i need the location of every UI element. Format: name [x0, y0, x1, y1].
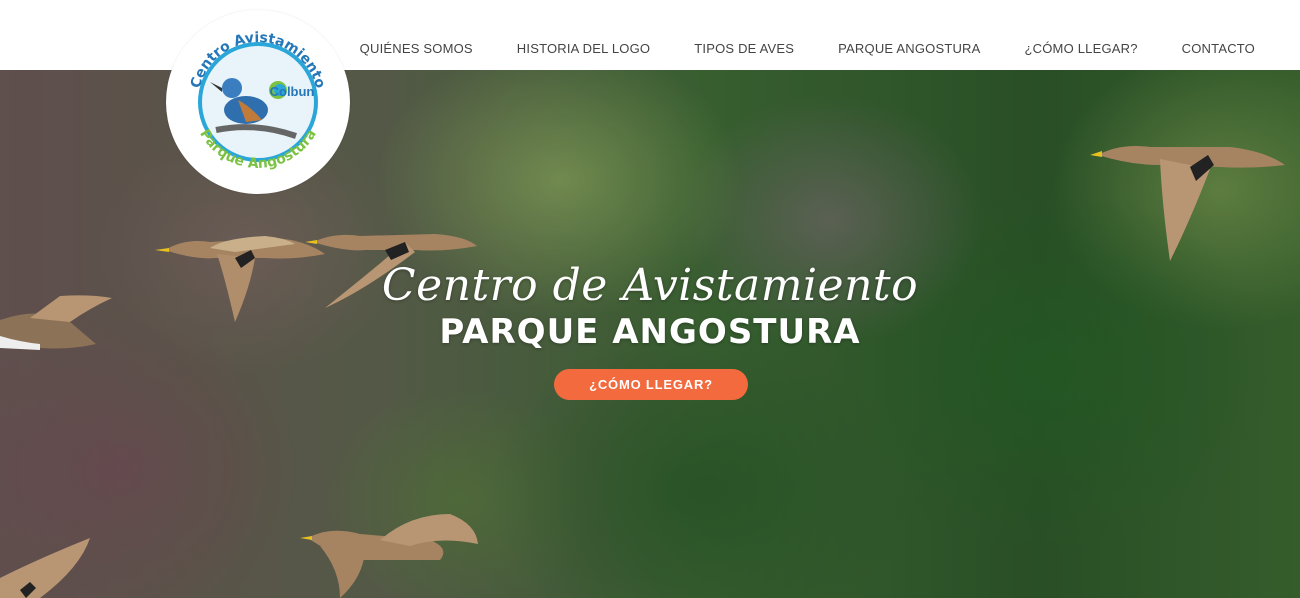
nav-item-como-llegar[interactable]: ¿CÓMO LLEGAR?: [1025, 41, 1138, 56]
logo-brand-text: Colbun: [270, 84, 315, 99]
nav-item-quienes-somos[interactable]: QUIÉNES SOMOS: [360, 41, 473, 56]
logo-bottom-text: Parque Angostura: [196, 127, 320, 172]
duck-image: [300, 514, 478, 598]
nav-item-contacto[interactable]: CONTACTO: [1182, 41, 1255, 56]
svg-text:Parque Angostura: Parque Angostura: [196, 127, 320, 172]
duck-image: [1090, 146, 1285, 261]
main-nav: QUIÉNES SOMOS HISTORIA DEL LOGO TIPOS DE…: [360, 41, 1255, 56]
nav-item-tipos-de-aves[interactable]: TIPOS DE AVES: [694, 41, 794, 56]
como-llegar-button[interactable]: ¿CÓMO LLEGAR?: [554, 369, 748, 400]
nav-item-parque-angostura[interactable]: PARQUE ANGOSTURA: [838, 41, 980, 56]
site-logo[interactable]: Centro Avistamiento Parque Angostura Col…: [166, 10, 350, 194]
nav-item-historia-del-logo[interactable]: HISTORIA DEL LOGO: [517, 41, 650, 56]
duck-image: [0, 538, 90, 598]
logo-text-arcs: Centro Avistamiento Parque Angostura Col…: [188, 30, 329, 172]
logo-top-text: Centro Avistamiento: [188, 30, 329, 91]
hero-script-title: Centro de Avistamiento: [381, 260, 919, 311]
svg-text:Centro Avistamiento: Centro Avistamiento: [188, 30, 329, 91]
hero-title: PARQUE ANGOSTURA: [439, 312, 861, 352]
